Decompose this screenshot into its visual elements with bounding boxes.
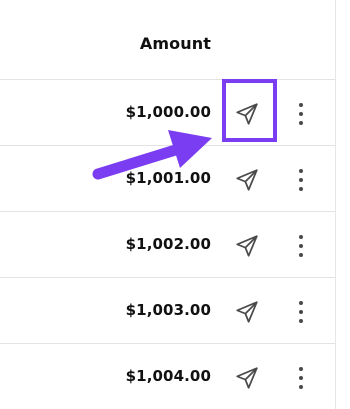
- transactions-table: Amount $1,000.00 $1,001.00 $1,002.00 $1,…: [0, 0, 350, 409]
- send-button[interactable]: [230, 163, 264, 197]
- row-menu-button[interactable]: [291, 295, 311, 329]
- amount-cell: $1,003.00: [125, 301, 211, 319]
- more-vertical-icon: [299, 169, 303, 173]
- send-icon: [236, 235, 258, 257]
- send-icon: [236, 301, 258, 323]
- send-button[interactable]: [230, 97, 264, 131]
- amount-cell: $1,000.00: [125, 103, 211, 121]
- send-icon: [236, 103, 258, 125]
- send-button[interactable]: [230, 295, 264, 329]
- send-button[interactable]: [230, 229, 264, 263]
- more-vertical-icon: [299, 301, 303, 305]
- send-icon: [236, 169, 258, 191]
- table-edge: [335, 0, 336, 409]
- send-icon: [236, 367, 258, 389]
- row-menu-button[interactable]: [291, 229, 311, 263]
- amount-cell: $1,004.00: [125, 367, 211, 385]
- table-row: $1,000.00: [0, 80, 335, 146]
- more-vertical-icon: [299, 235, 303, 239]
- amount-column-header: Amount: [139, 34, 211, 53]
- table-header: Amount: [0, 0, 335, 80]
- send-button[interactable]: [230, 361, 264, 395]
- more-vertical-icon: [299, 367, 303, 371]
- table-row: $1,001.00: [0, 146, 335, 212]
- table-row: $1,004.00: [0, 344, 335, 409]
- amount-cell: $1,002.00: [125, 235, 211, 253]
- row-menu-button[interactable]: [291, 361, 311, 395]
- row-menu-button[interactable]: [291, 163, 311, 197]
- more-vertical-icon: [299, 103, 303, 107]
- table-row: $1,003.00: [0, 278, 335, 344]
- row-menu-button[interactable]: [291, 97, 311, 131]
- amount-cell: $1,001.00: [125, 169, 211, 187]
- table-row: $1,002.00: [0, 212, 335, 278]
